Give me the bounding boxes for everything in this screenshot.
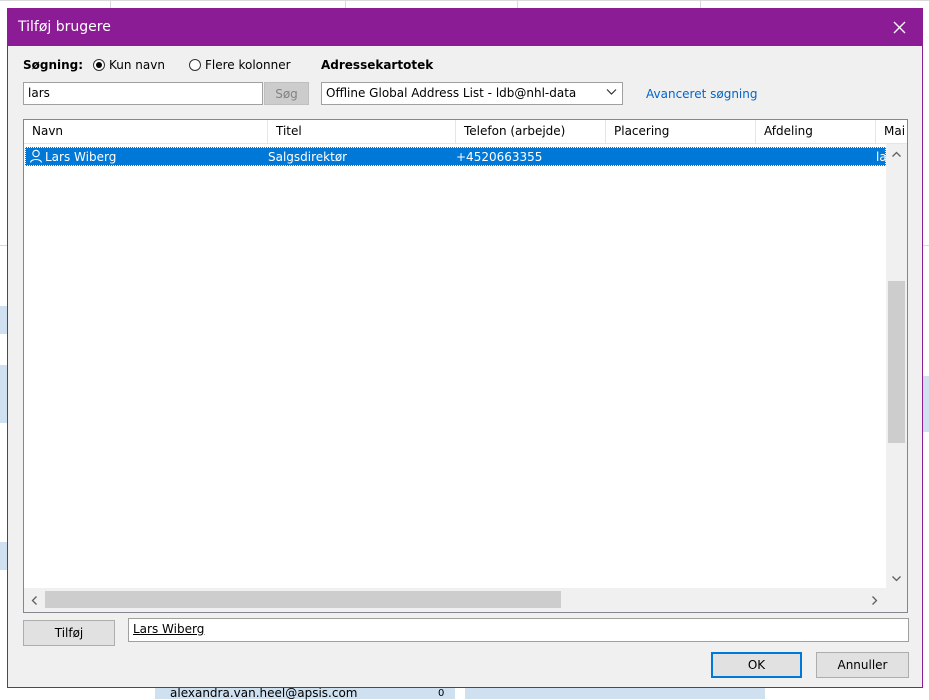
column-header-phone[interactable]: Telefon (arbejde) [456, 120, 606, 143]
vertical-scroll-thumb[interactable] [888, 281, 905, 443]
advanced-search-link[interactable]: Avanceret søgning [646, 87, 758, 101]
column-header-mail[interactable]: Mai [876, 120, 907, 143]
radio-more-columns[interactable]: Flere kolonner [189, 58, 291, 72]
radio-name-only[interactable]: Kun navn [93, 58, 165, 72]
scroll-down-arrow[interactable] [886, 568, 907, 588]
list-header: Navn Titel Telefon (arbejde) Placering A… [24, 120, 907, 144]
chevron-left-icon [31, 595, 37, 605]
close-button[interactable] [876, 9, 922, 46]
column-header-name[interactable]: Navn [24, 120, 268, 143]
chevron-right-icon [871, 595, 877, 605]
background-email: alexandra.van.heel@apsis.com [170, 686, 358, 700]
table-row[interactable]: Lars Wiberg Salgsdirektør +4520663355 la [25, 147, 886, 166]
dialog-title: Tilføj brugere [18, 19, 111, 35]
row-phone: +4520663355 [456, 150, 543, 164]
close-icon [893, 21, 905, 34]
radio-name-only-label: Kun navn [109, 58, 165, 72]
added-user-name: Lars Wiberg [133, 622, 205, 636]
address-book-label: Adressekartotek [321, 58, 434, 72]
address-book-value: Offline Global Address List - ldb@nhl-da… [326, 86, 577, 100]
scrollbar-corner [886, 588, 907, 612]
row-mail: la [876, 150, 886, 164]
scroll-left-arrow[interactable] [24, 588, 44, 612]
horizontal-scroll-thumb[interactable] [45, 591, 561, 608]
chevron-up-icon [892, 151, 901, 157]
background-number: 0 [438, 688, 445, 699]
add-users-dialog: Tilføj brugere Søgning: Kun navn Flere k… [7, 8, 923, 688]
scroll-up-arrow[interactable] [886, 144, 907, 164]
search-label: Søgning: [23, 58, 84, 72]
scroll-right-arrow[interactable] [864, 588, 884, 612]
row-name: Lars Wiberg [45, 150, 117, 164]
horizontal-scrollbar[interactable] [24, 588, 886, 612]
column-header-location[interactable]: Placering [606, 120, 756, 143]
add-button[interactable]: Tilføj [23, 620, 115, 646]
user-icon [29, 149, 43, 167]
search-input[interactable]: lars [23, 82, 263, 105]
added-users-field[interactable]: Lars Wiberg [128, 618, 909, 642]
column-header-title[interactable]: Titel [268, 120, 456, 143]
chevron-down-icon [606, 86, 617, 100]
ok-button[interactable]: OK [711, 652, 802, 678]
search-button[interactable]: Søg [264, 82, 309, 105]
radio-more-columns-label: Flere kolonner [205, 58, 291, 72]
vertical-scrollbar[interactable] [886, 144, 907, 588]
radio-unselected-indicator [189, 59, 201, 71]
chevron-down-icon [892, 575, 901, 581]
address-book-select[interactable]: Offline Global Address List - ldb@nhl-da… [321, 82, 623, 105]
radio-selected-indicator [93, 59, 105, 71]
column-header-department[interactable]: Afdeling [756, 120, 876, 143]
row-title: Salgsdirektør [268, 150, 348, 164]
cancel-button[interactable]: Annuller [816, 652, 909, 678]
results-list[interactable]: Navn Titel Telefon (arbejde) Placering A… [23, 119, 908, 613]
title-bar: Tilføj brugere [8, 9, 922, 46]
